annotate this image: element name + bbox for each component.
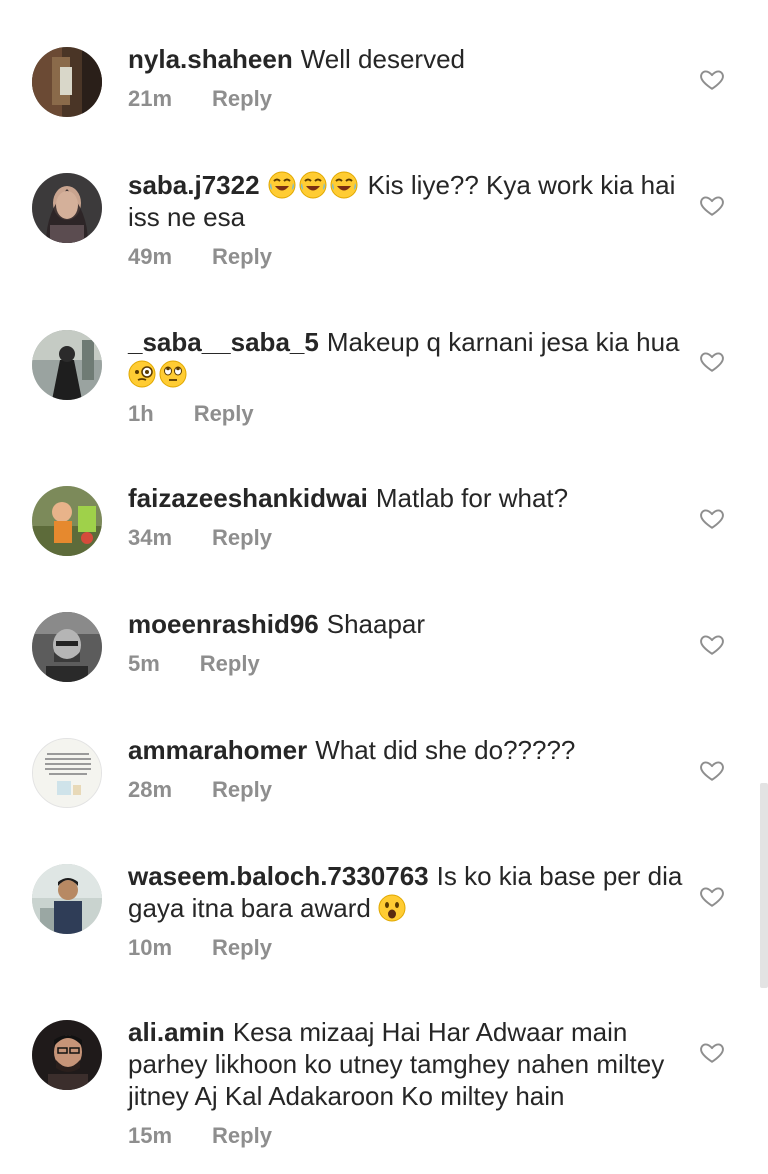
face-with-tears-of-joy-emoji	[299, 171, 327, 199]
heart-outline-icon[interactable]	[699, 505, 725, 531]
comment-time: 49m	[128, 244, 173, 269]
reply-button[interactable]: Reply	[212, 934, 272, 962]
avatar[interactable]	[32, 330, 102, 400]
face-with-open-mouth-emoji	[378, 894, 406, 922]
username-link[interactable]: saba.j7322	[128, 170, 260, 200]
username-link[interactable]: ali.amin	[128, 1017, 225, 1047]
reply-button[interactable]: Reply	[212, 524, 272, 552]
comment-body: Well deserved	[300, 44, 465, 74]
avatar[interactable]	[32, 864, 102, 934]
heart-outline-icon[interactable]	[699, 66, 725, 92]
comment-text: moeenrashid96 Shaapar	[128, 608, 688, 640]
comment-text: faizazeeshankidwai Matlab for what?	[128, 482, 688, 514]
comment-text: saba.j7322 Kis liye?? Kya work kia hai is…	[128, 169, 688, 233]
username-link[interactable]: waseem.baloch.7330763	[128, 861, 429, 891]
comment-meta: 5m Reply	[128, 650, 688, 678]
comment-text: waseem.baloch.7330763 Is ko kia base per …	[128, 860, 688, 924]
heart-outline-icon[interactable]	[699, 757, 725, 783]
comment-body: Shaapar	[326, 609, 426, 639]
username-link[interactable]: nyla.shaheen	[128, 44, 293, 74]
face-with-tears-of-joy-emoji	[268, 171, 296, 199]
comment-time: 28m	[128, 777, 173, 802]
comment-body: Matlab for what?	[375, 483, 569, 513]
reply-button[interactable]: Reply	[212, 243, 272, 271]
comment-text: nyla.shaheen Well deserved	[128, 43, 688, 75]
comment-text: ammarahomer What did she do?????	[128, 734, 688, 766]
avatar[interactable]	[32, 612, 102, 682]
username-link[interactable]: moeenrashid96	[128, 609, 319, 639]
heart-outline-icon[interactable]	[699, 1039, 725, 1065]
comment-text: _saba__saba_5 Makeup q karnani jesa kia h…	[128, 326, 688, 390]
heart-outline-icon[interactable]	[699, 192, 725, 218]
comment-meta: 28m Reply	[128, 776, 688, 804]
comment-meta: 21m Reply	[128, 85, 688, 113]
comment-meta: 15m Reply	[128, 1122, 688, 1150]
avatar[interactable]	[32, 738, 102, 808]
comment-time: 1h	[128, 401, 154, 426]
face-with-monocle-emoji	[128, 360, 156, 388]
comment-body: Makeup q karnani jesa kia hua	[326, 327, 680, 357]
username-link[interactable]: _saba__saba_5	[128, 327, 319, 357]
avatar[interactable]	[32, 47, 102, 117]
avatar[interactable]	[32, 1020, 102, 1090]
comment-time: 21m	[128, 86, 173, 111]
comment-time: 15m	[128, 1123, 173, 1148]
reply-button[interactable]: Reply	[212, 1122, 272, 1150]
comment-meta: 49m Reply	[128, 243, 688, 271]
reply-button[interactable]: Reply	[194, 400, 254, 428]
reply-button[interactable]: Reply	[212, 85, 272, 113]
heart-outline-icon[interactable]	[699, 348, 725, 374]
comment-time: 34m	[128, 525, 173, 550]
comment-meta: 34m Reply	[128, 524, 688, 552]
reply-button[interactable]: Reply	[212, 776, 272, 804]
avatar[interactable]	[32, 173, 102, 243]
heart-outline-icon[interactable]	[699, 883, 725, 909]
username-link[interactable]: faizazeeshankidwai	[128, 483, 368, 513]
comment-text: ali.amin Kesa mizaaj Hai Har Adwaar main …	[128, 1016, 688, 1112]
face-with-rolling-eyes-emoji	[159, 360, 187, 388]
heart-outline-icon[interactable]	[699, 631, 725, 657]
comment-time: 10m	[128, 935, 173, 960]
avatar[interactable]	[32, 486, 102, 556]
reply-button[interactable]: Reply	[200, 650, 260, 678]
scrollbar-thumb[interactable]	[760, 783, 768, 988]
comment-meta: 10m Reply	[128, 934, 688, 962]
comment-meta: 1h Reply	[128, 400, 688, 428]
comment-body: What did she do?????	[315, 735, 576, 765]
username-link[interactable]: ammarahomer	[128, 735, 307, 765]
face-with-tears-of-joy-emoji	[330, 171, 358, 199]
comment-time: 5m	[128, 651, 160, 676]
